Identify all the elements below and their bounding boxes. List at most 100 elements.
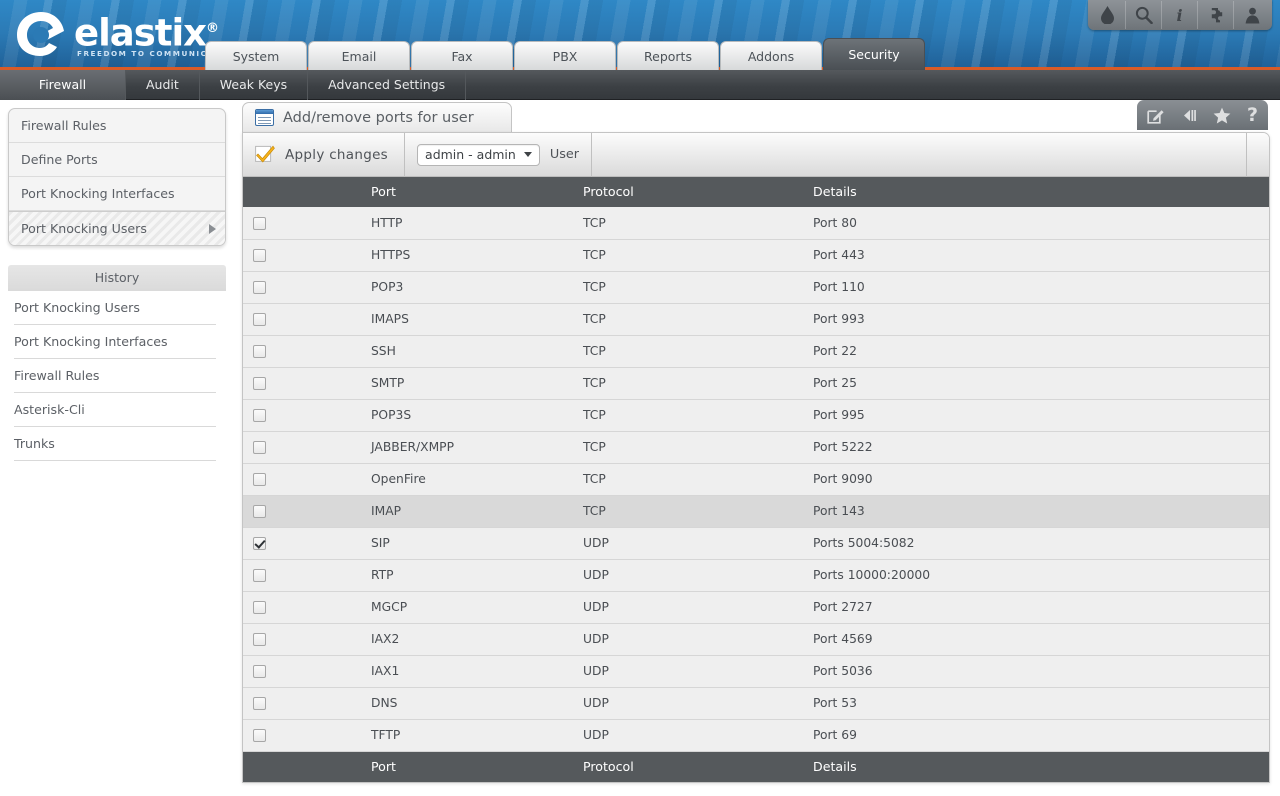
main-tab-bar: System Email Fax PBX Reports Addons Secu…: [205, 38, 926, 70]
table-row[interactable]: HTTP TCP Port 80: [243, 207, 1269, 240]
row-checkbox[interactable]: [253, 665, 266, 678]
user-select[interactable]: admin - admin: [417, 143, 540, 166]
table-row[interactable]: IAX1 UDP Port 5036: [243, 655, 1269, 688]
sidebar-item-port-knocking-users[interactable]: Port Knocking Users: [9, 211, 225, 245]
row-checkbox[interactable]: [253, 633, 266, 646]
table-row[interactable]: SSH TCP Port 22: [243, 335, 1269, 368]
table-row[interactable]: OpenFire TCP Port 9090: [243, 463, 1269, 496]
table-row[interactable]: IAX2 UDP Port 4569: [243, 623, 1269, 656]
tab-system[interactable]: System: [205, 41, 307, 70]
row-checkbox[interactable]: [253, 601, 266, 614]
column-header-port: Port: [275, 177, 580, 207]
select-column-header: [243, 177, 275, 207]
row-checkbox[interactable]: [253, 377, 266, 390]
star-icon[interactable]: [1213, 107, 1231, 124]
cell-protocol: UDP: [580, 719, 795, 752]
history-title: History: [8, 265, 226, 291]
elastix-logo[interactable]: elastix® FREEDOM TO COMMUNICATE: [14, 8, 227, 60]
chevron-right-icon: [209, 223, 216, 234]
subnav-item-audit[interactable]: Audit: [126, 70, 200, 100]
cell-details: Port 143: [795, 495, 1269, 528]
table-row[interactable]: IMAP TCP Port 143: [243, 495, 1269, 528]
row-checkbox[interactable]: [253, 569, 266, 582]
cell-port: IAX1: [275, 655, 580, 688]
row-checkbox[interactable]: [253, 409, 266, 422]
history-item-port-knocking-users[interactable]: Port Knocking Users: [14, 291, 216, 325]
table-row[interactable]: DNS UDP Port 53: [243, 687, 1269, 720]
table-row[interactable]: HTTPS TCP Port 443: [243, 239, 1269, 272]
row-checkbox[interactable]: [253, 441, 266, 454]
toolbar-end-segment: [1247, 133, 1269, 177]
table-row[interactable]: SIP UDP Ports 5004:5082: [243, 527, 1269, 560]
history-item-firewall-rules[interactable]: Firewall Rules: [14, 359, 216, 393]
cell-details: Port 4569: [795, 623, 1269, 656]
table-row[interactable]: IMAPS TCP Port 993: [243, 303, 1269, 336]
page-body: Firewall Rules Define Ports Port Knockin…: [0, 100, 1280, 796]
cell-details: Port 80: [795, 207, 1269, 240]
history-item-asterisk-cli[interactable]: Asterisk-Cli: [14, 393, 216, 427]
cell-port: SSH: [275, 335, 580, 368]
cell-details: Ports 5004:5082: [795, 527, 1269, 560]
row-checkbox[interactable]: [253, 537, 266, 550]
table-row[interactable]: RTP UDP Ports 10000:20000: [243, 559, 1269, 592]
collapse-left-icon[interactable]: [1180, 108, 1197, 123]
table-row[interactable]: POP3S TCP Port 995: [243, 399, 1269, 432]
cell-protocol: TCP: [580, 399, 795, 432]
info-icon[interactable]: i: [1162, 1, 1198, 29]
row-checkbox[interactable]: [253, 697, 266, 710]
sidebar-item-port-knocking-interfaces[interactable]: Port Knocking Interfaces: [9, 177, 225, 211]
sidebar-item-define-ports[interactable]: Define Ports: [9, 143, 225, 177]
chevron-down-icon: [523, 152, 532, 157]
table-row[interactable]: SMTP TCP Port 25: [243, 367, 1269, 400]
cell-protocol: TCP: [580, 207, 795, 240]
row-checkbox[interactable]: [253, 313, 266, 326]
cell-protocol: TCP: [580, 367, 795, 400]
subnav-item-advanced-settings[interactable]: Advanced Settings: [308, 70, 467, 100]
tab-email[interactable]: Email: [308, 41, 410, 70]
cell-protocol: UDP: [580, 623, 795, 656]
apply-changes-button[interactable]: Apply changes: [243, 132, 406, 177]
table-row[interactable]: TFTP UDP Port 69: [243, 719, 1269, 752]
row-checkbox[interactable]: [253, 473, 266, 486]
cell-port: JABBER/XMPP: [275, 431, 580, 464]
help-icon[interactable]: ?: [1247, 105, 1258, 125]
addons-puzzle-icon[interactable]: [1198, 1, 1234, 29]
row-checkbox[interactable]: [253, 505, 266, 518]
row-checkbox[interactable]: [253, 216, 266, 230]
search-icon[interactable]: [1126, 1, 1162, 29]
tab-addons[interactable]: Addons: [720, 41, 822, 70]
table-row[interactable]: JABBER/XMPP TCP Port 5222: [243, 431, 1269, 464]
sidebar-item-firewall-rules[interactable]: Firewall Rules: [9, 109, 225, 143]
panel-title-tab[interactable]: Add/remove ports for user: [242, 102, 512, 132]
theme-droplet-icon[interactable]: [1090, 1, 1126, 29]
cell-details: Port 69: [795, 719, 1269, 752]
edit-icon[interactable]: [1147, 107, 1164, 124]
table-row[interactable]: POP3 TCP Port 110: [243, 271, 1269, 304]
user-select-segment: admin - admin User: [405, 132, 592, 177]
row-checkbox[interactable]: [253, 729, 266, 742]
tab-fax[interactable]: Fax: [411, 41, 513, 70]
cell-protocol: UDP: [580, 687, 795, 720]
subnav-item-firewall[interactable]: Firewall: [0, 70, 126, 100]
subnav-item-weak-keys[interactable]: Weak Keys: [200, 70, 309, 100]
row-checkbox[interactable]: [253, 345, 266, 358]
cell-port: IMAP: [275, 495, 580, 528]
tab-security[interactable]: Security: [823, 38, 925, 70]
user-icon[interactable]: [1234, 1, 1270, 29]
column-footer-port: Port: [275, 751, 580, 782]
cell-port: SIP: [275, 527, 580, 560]
row-checkbox[interactable]: [253, 281, 266, 294]
row-checkbox[interactable]: [253, 249, 266, 262]
panel-toolbar: Apply changes admin - admin User: [243, 132, 1269, 177]
tab-pbx[interactable]: PBX: [514, 41, 616, 70]
cell-protocol: UDP: [580, 527, 795, 560]
history-item-trunks[interactable]: Trunks: [14, 427, 216, 461]
cell-protocol: TCP: [580, 431, 795, 464]
table-row[interactable]: MGCP UDP Port 2727: [243, 591, 1269, 624]
cell-protocol: TCP: [580, 303, 795, 336]
cell-details: Port 2727: [795, 591, 1269, 624]
cell-details: Port 110: [795, 271, 1269, 304]
history-item-port-knocking-interfaces[interactable]: Port Knocking Interfaces: [14, 325, 216, 359]
tab-reports[interactable]: Reports: [617, 41, 719, 70]
panel-top-bar: Add/remove ports for user ?: [240, 100, 1280, 132]
